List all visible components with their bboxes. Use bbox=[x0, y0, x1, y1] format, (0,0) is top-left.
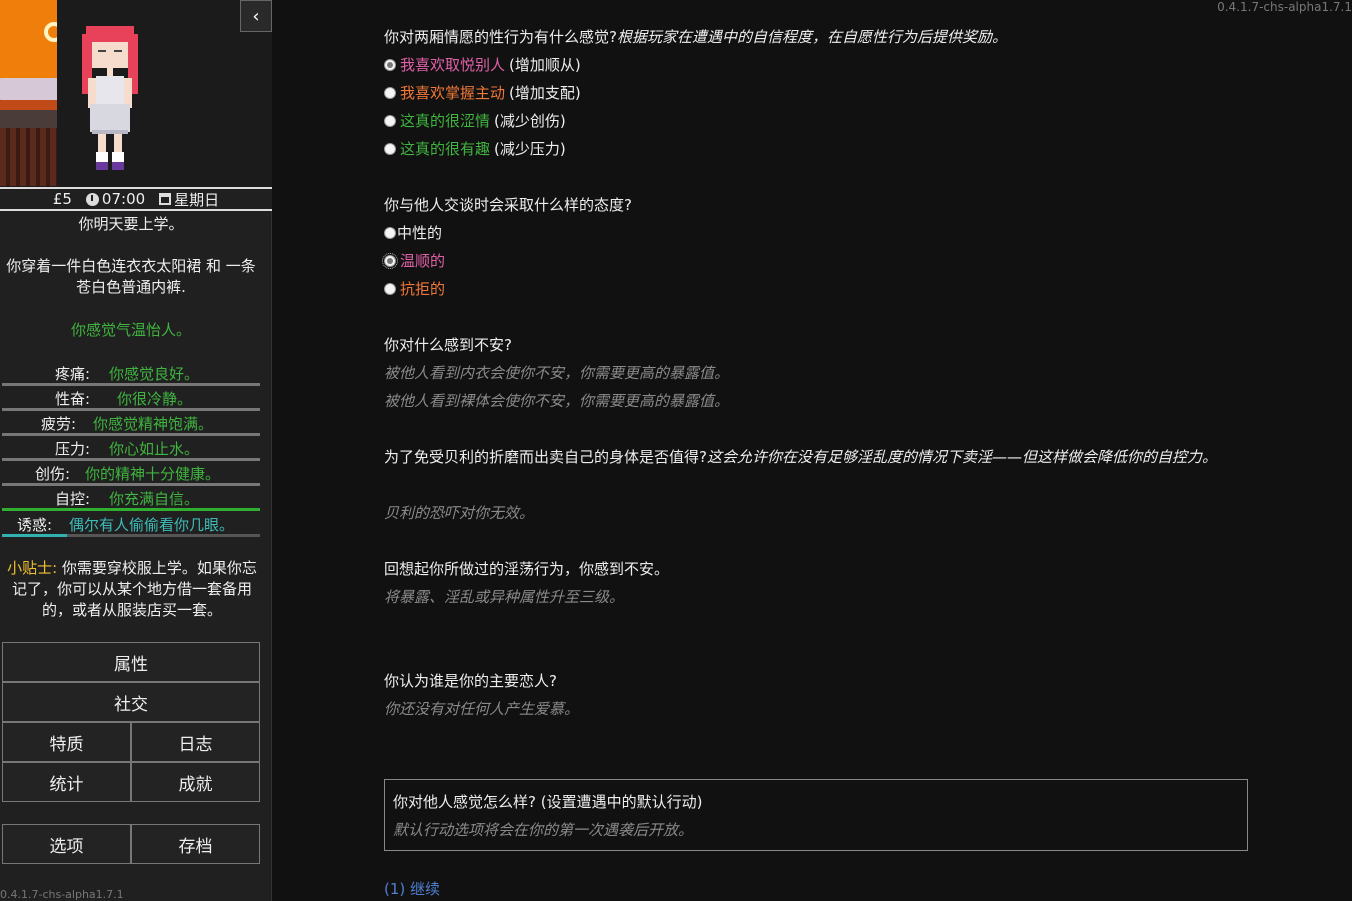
social-button[interactable]: 社交 bbox=[2, 682, 260, 722]
traits-button[interactable]: 特质 bbox=[2, 722, 131, 762]
radio-button[interactable] bbox=[382, 253, 398, 269]
q3-line: 被他人看到内衣会使你不安，你需要更高的暴露值。 bbox=[384, 364, 730, 382]
collapse-sidebar-button[interactable]: ‹ bbox=[240, 0, 272, 32]
q4-question: 为了免受贝利的折磨而出卖自己的身体是否值得?这会允许你在没有足够淫乱度的情况下卖… bbox=[384, 448, 1217, 466]
school-notice: 你明天要上学。 bbox=[78, 215, 184, 233]
allure-meter-fill bbox=[2, 534, 67, 537]
q1-option-please[interactable]: 我喜欢取悦别人 (增加顺从) bbox=[384, 51, 581, 79]
default-action-title: 你对他人感觉怎么样? (设置遭遇中的默认行动) bbox=[393, 793, 703, 811]
location-scene-image bbox=[0, 0, 57, 186]
arousal-meter: 性奋: 你很冷静。 bbox=[2, 386, 260, 411]
portrait-area: ‹ bbox=[0, 0, 272, 188]
control-meter: 自控: 你充满自信。 bbox=[2, 486, 260, 511]
q5-question: 回想起你所做过的淫荡行为，你感到不安。 bbox=[384, 560, 670, 578]
fatigue-meter: 疲劳: 你感觉精神饱满。 bbox=[2, 411, 260, 436]
radio-button[interactable] bbox=[384, 59, 396, 71]
tip-label: 小贴士: bbox=[7, 559, 58, 577]
status-bar: £5 07:00 星期日 bbox=[0, 187, 272, 211]
radio-button[interactable] bbox=[384, 227, 396, 239]
main-content: 0.4.1.7-chs-alpha1.7.1 你对两厢情愿的性行为有什么感觉?根… bbox=[273, 0, 1352, 901]
options-button[interactable]: 选项 bbox=[2, 824, 131, 864]
calendar-icon bbox=[159, 193, 172, 205]
achievements-button[interactable]: 成就 bbox=[131, 762, 260, 802]
journal-button[interactable]: 日志 bbox=[131, 722, 260, 762]
tip-box: 小贴士: 你需要穿校服上学。如果你忘记了，你可以从某个地方借一套备用的，或者从服… bbox=[2, 558, 262, 621]
version-label: 0.4.1.7-chs-alpha1.7.1 bbox=[0, 888, 124, 901]
q2-option-defiant[interactable]: 抗拒的 bbox=[384, 275, 445, 303]
q6-question: 你认为谁是你的主要恋人? bbox=[384, 672, 557, 690]
q3-line: 被他人看到裸体会使你不安，你需要更高的暴露值。 bbox=[384, 392, 730, 410]
q1-option-fun[interactable]: 这真的很有趣 (减少压力) bbox=[384, 135, 566, 163]
radio-button[interactable] bbox=[384, 283, 396, 295]
allure-meter: 诱惑: 偶尔有人偷偷看你几眼。 bbox=[2, 512, 260, 537]
stress-meter: 压力: 你心如止水。 bbox=[2, 436, 260, 461]
sidebar: ‹ £5 07:00 星期日 你明天要上学。 你穿着一件白色连衣衣太阳裙 和 一… bbox=[0, 0, 272, 901]
day-display: 星期日 bbox=[159, 189, 219, 210]
q3-question: 你对什么感到不安? bbox=[384, 336, 512, 354]
q1-option-dominate[interactable]: 我喜欢掌握主动 (增加支配) bbox=[384, 79, 581, 107]
saves-button[interactable]: 存档 bbox=[131, 824, 260, 864]
continue-link[interactable]: (1) 继续 bbox=[384, 878, 440, 899]
time-display: 07:00 bbox=[85, 190, 145, 208]
clock-icon bbox=[85, 192, 99, 206]
q1-option-lewd[interactable]: 这真的很涩情 (减少创伤) bbox=[384, 107, 566, 135]
radio-button[interactable] bbox=[384, 87, 396, 99]
statistics-button[interactable]: 统计 bbox=[2, 762, 131, 802]
clothing-description: 你穿着一件白色连衣衣太阳裙 和 一条苍白色普通内裤. bbox=[6, 257, 256, 296]
pain-meter: 疼痛: 你感觉良好。 bbox=[2, 361, 260, 386]
q2-option-meek[interactable]: 温顺的 bbox=[382, 247, 445, 275]
q1-question: 你对两厢情愿的性行为有什么感觉?根据玩家在遭遇中的自信程度，在自愿性行为后提供奖… bbox=[384, 28, 1007, 46]
q2-option-neutral[interactable]: 中性的 bbox=[384, 219, 442, 247]
version-label-top: 0.4.1.7-chs-alpha1.7.1 bbox=[1217, 0, 1352, 14]
default-action-note: 默认行动选项将会在你的第一次遇袭后开放。 bbox=[393, 821, 694, 839]
attributes-button[interactable]: 属性 bbox=[2, 642, 260, 682]
character-avatar bbox=[82, 26, 138, 170]
money-display: £5 bbox=[52, 190, 72, 208]
q6-status: 你还没有对任何人产生爱慕。 bbox=[384, 700, 580, 718]
radio-button[interactable] bbox=[384, 115, 396, 127]
default-action-box: 你对他人感觉怎么样? (设置遭遇中的默认行动) 默认行动选项将会在你的第一次遇袭… bbox=[384, 779, 1248, 851]
radio-button[interactable] bbox=[384, 143, 396, 155]
q5-status: 将暴露、淫乱或异种属性升至三级。 bbox=[384, 588, 625, 606]
q2-question: 你与他人交谈时会采取什么样的态度? bbox=[384, 196, 632, 214]
weather-status: 你感觉气温怡人。 bbox=[70, 321, 191, 339]
q4-status: 贝利的恐吓对你无效。 bbox=[384, 504, 535, 522]
trauma-meter: 创伤: 你的精神十分健康。 bbox=[2, 461, 260, 486]
